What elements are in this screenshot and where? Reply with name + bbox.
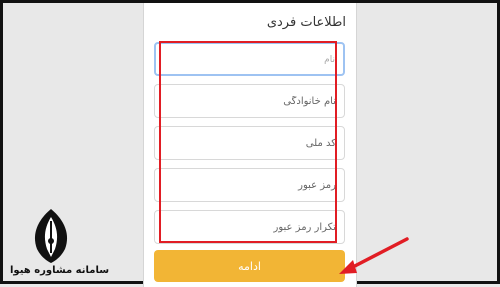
national-id-input[interactable] xyxy=(154,126,345,160)
form-title: اطلاعات فردی xyxy=(266,15,346,30)
first-name-input[interactable] xyxy=(154,42,345,76)
last-name-input[interactable] xyxy=(154,84,345,118)
continue-button[interactable]: ادامه xyxy=(154,250,345,282)
password-input[interactable] xyxy=(154,168,345,202)
pen-nib-logo-icon xyxy=(34,209,68,263)
site-name: سامانه مشاوره هیوا xyxy=(10,265,110,276)
confirm-password-input[interactable] xyxy=(154,210,345,244)
site-logo: سامانه مشاوره هیوا xyxy=(7,203,109,287)
registration-panel: اطلاعات فردی ادامه xyxy=(143,3,357,287)
screenshot-frame: اطلاعات فردی ادامه سامانه مشاوره هیوا xyxy=(0,0,500,287)
